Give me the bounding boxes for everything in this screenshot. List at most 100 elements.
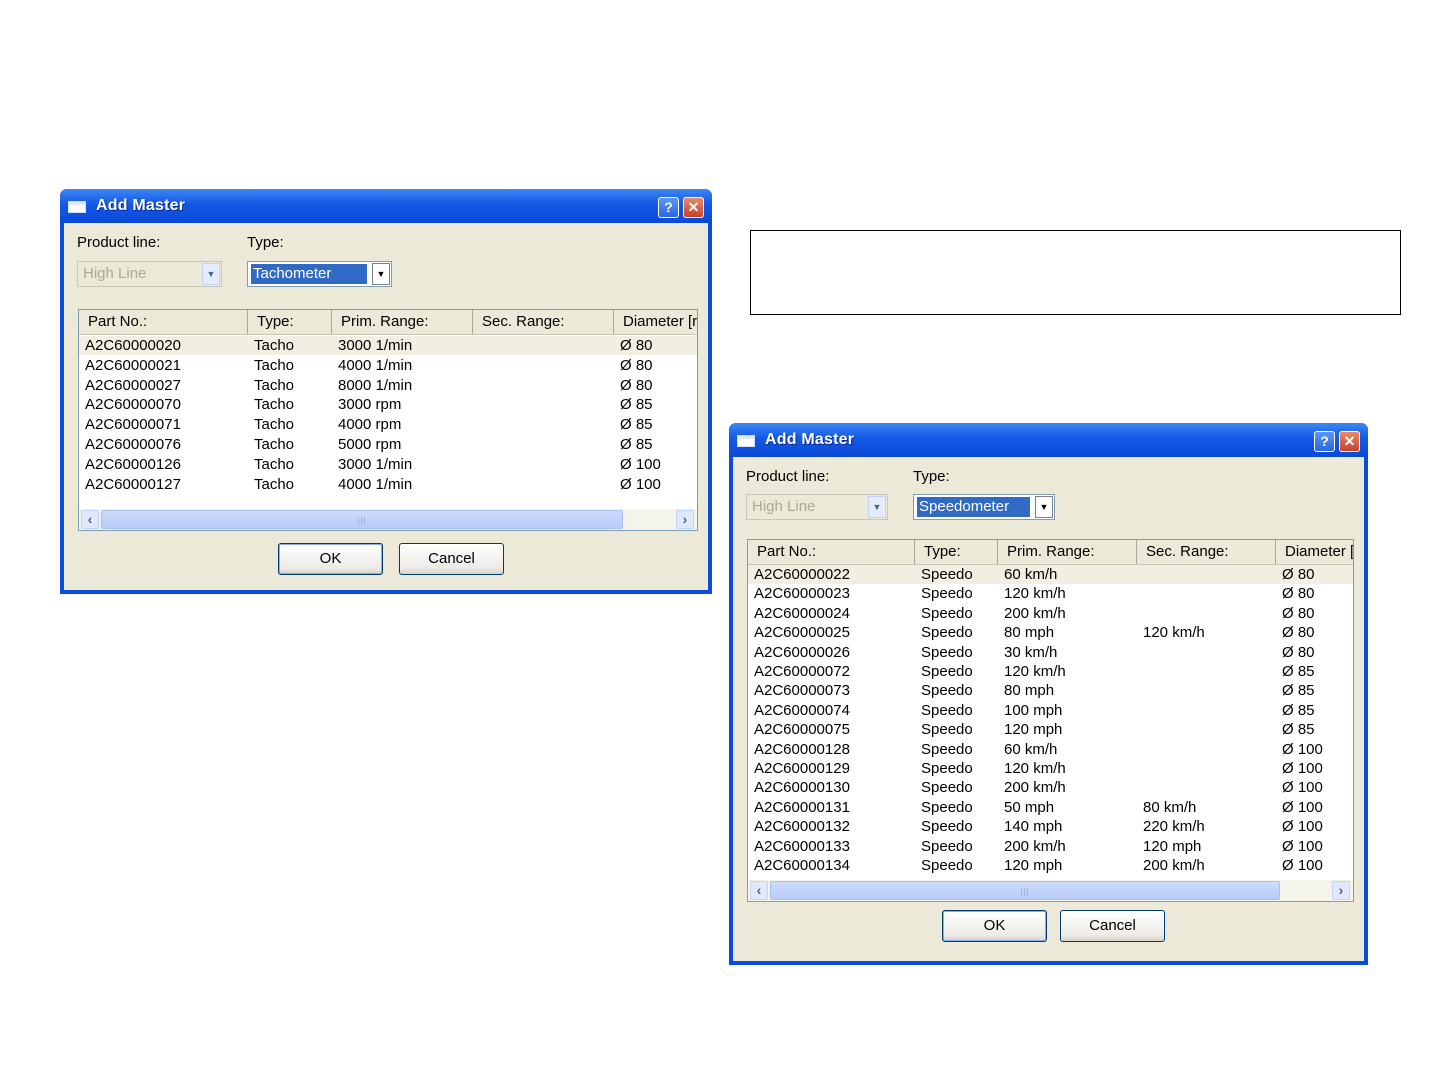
sec-range-cell — [1137, 759, 1276, 778]
sec-range-cell — [473, 435, 614, 454]
list-row[interactable]: A2C60000072 Speedo 120 km/h Ø 85 — [748, 662, 1353, 681]
scroll-left-icon[interactable]: ‹ — [81, 510, 99, 529]
list-row[interactable]: A2C60000126 Tacho 3000 1/min Ø 100 — [79, 455, 697, 474]
type-cell: Tacho — [254, 356, 295, 374]
column-header-diameter[interactable]: Diameter [r — [1276, 540, 1353, 564]
part-no-cell: A2C60000132 — [754, 818, 850, 836]
chevron-down-icon: ▼ — [868, 496, 886, 518]
part-no-cell: A2C60000023 — [754, 585, 850, 603]
list-row[interactable]: A2C60000131 Speedo 50 mph 80 km/h Ø 100 — [748, 798, 1353, 817]
diameter-cell: Ø 85 — [620, 436, 653, 453]
list-row[interactable]: A2C60000128 Speedo 60 km/h Ø 100 — [748, 740, 1353, 759]
list-row[interactable]: A2C60000024 Speedo 200 km/h Ø 80 — [748, 604, 1353, 623]
column-header-sec-range[interactable]: Sec. Range: — [473, 310, 614, 334]
scroll-thumb[interactable]: ||| — [101, 510, 623, 529]
diameter-cell: Ø 80 — [1282, 604, 1315, 622]
list-row[interactable]: A2C60000027 Tacho 8000 1/min Ø 80 — [79, 376, 697, 395]
prim-range-cell: 120 mph — [1004, 857, 1063, 874]
list-row[interactable]: A2C60000076 Tacho 5000 rpm Ø 85 — [79, 435, 697, 454]
title-bar[interactable]: Add Master ? ✕ — [729, 423, 1368, 457]
list-row[interactable]: A2C60000130 Speedo 200 km/h Ø 100 — [748, 778, 1353, 797]
diameter-cell: Ø 80 — [1282, 566, 1315, 583]
sec-range-cell — [1137, 584, 1276, 603]
column-header-type[interactable]: Type: — [915, 540, 998, 564]
list-row[interactable]: A2C60000134 Speedo 120 mph 200 km/h Ø 100 — [748, 856, 1353, 875]
type-dropdown[interactable]: Tachometer ▼ — [247, 261, 392, 287]
diameter-cell: Ø 80 — [1282, 643, 1315, 661]
part-no-cell: A2C60000126 — [85, 455, 181, 473]
part-list[interactable]: Part No.: Type: Prim. Range: Sec. Range:… — [747, 539, 1354, 902]
list-row[interactable]: A2C60000073 Speedo 80 mph Ø 85 — [748, 681, 1353, 700]
list-row[interactable]: A2C60000022 Speedo 60 km/h Ø 80 — [748, 565, 1353, 584]
chevron-down-icon: ▼ — [202, 263, 220, 285]
scroll-thumb[interactable]: ||| — [770, 881, 1280, 900]
list-row[interactable]: A2C60000132 Speedo 140 mph 220 km/h Ø 100 — [748, 817, 1353, 836]
sec-range-cell — [1137, 740, 1276, 759]
part-no-cell: A2C60000076 — [85, 436, 181, 453]
list-row[interactable]: A2C60000074 Speedo 100 mph Ø 85 — [748, 701, 1353, 720]
type-label: Type: — [247, 234, 284, 251]
help-icon[interactable]: ? — [1314, 431, 1335, 452]
column-header-part-no[interactable]: Part No.: — [748, 540, 915, 564]
type-cell: Speedo — [921, 701, 973, 719]
type-cell: Speedo — [921, 818, 973, 836]
type-dropdown[interactable]: Speedometer ▼ — [913, 494, 1055, 520]
column-header-prim-range[interactable]: Prim. Range: — [332, 310, 473, 334]
sec-range-cell — [1137, 662, 1276, 681]
list-row[interactable]: A2C60000071 Tacho 4000 rpm Ø 85 — [79, 415, 697, 434]
type-cell: Speedo — [921, 857, 973, 874]
type-cell: Speedo — [921, 798, 973, 816]
cancel-button[interactable]: Cancel — [399, 543, 504, 575]
sec-range-cell — [1137, 604, 1276, 623]
prim-range-cell: 200 km/h — [1004, 604, 1066, 622]
part-list[interactable]: Part No.: Type: Prim. Range: Sec. Range:… — [78, 309, 698, 531]
sec-range-cell — [1137, 701, 1276, 720]
column-header-sec-range[interactable]: Sec. Range: — [1137, 540, 1276, 564]
prim-range-cell: 4000 1/min — [338, 356, 413, 374]
scroll-right-icon[interactable]: › — [1332, 881, 1350, 900]
chevron-down-icon[interactable]: ▼ — [372, 263, 390, 285]
list-row[interactable]: A2C60000023 Speedo 120 km/h Ø 80 — [748, 584, 1353, 603]
horizontal-scrollbar[interactable]: ‹ ||| › — [748, 880, 1353, 901]
cancel-button[interactable]: Cancel — [1060, 910, 1165, 942]
prim-range-cell: 4000 1/min — [338, 475, 413, 493]
diameter-cell: Ø 80 — [620, 376, 653, 394]
list-row[interactable]: A2C60000020 Tacho 3000 1/min Ø 80 — [79, 336, 697, 355]
ok-button[interactable]: OK — [942, 910, 1047, 942]
list-row[interactable]: A2C60000133 Speedo 200 km/h 120 mph Ø 100 — [748, 837, 1353, 856]
type-cell: Speedo — [921, 585, 973, 603]
help-icon[interactable]: ? — [658, 197, 679, 218]
diameter-cell: Ø 100 — [1282, 798, 1323, 816]
scroll-left-icon[interactable]: ‹ — [750, 881, 768, 900]
column-header-type[interactable]: Type: — [248, 310, 332, 334]
list-row[interactable]: A2C60000129 Speedo 120 km/h Ø 100 — [748, 759, 1353, 778]
product-line-value: High Line — [83, 265, 147, 282]
close-icon[interactable]: ✕ — [1339, 431, 1360, 452]
diameter-cell: Ø 80 — [620, 337, 653, 354]
list-row[interactable]: A2C60000127 Tacho 4000 1/min Ø 100 — [79, 475, 697, 494]
list-row[interactable]: A2C60000075 Speedo 120 mph Ø 85 — [748, 720, 1353, 739]
prim-range-cell: 100 mph — [1004, 701, 1063, 719]
prim-range-cell: 60 km/h — [1004, 740, 1058, 758]
list-row[interactable]: A2C60000021 Tacho 4000 1/min Ø 80 — [79, 356, 697, 375]
ok-button[interactable]: OK — [278, 543, 383, 575]
product-line-dropdown: High Line ▼ — [746, 494, 888, 520]
horizontal-scrollbar[interactable]: ‹ ||| › — [79, 509, 697, 530]
sec-range-cell — [473, 395, 614, 414]
column-header-diameter[interactable]: Diameter [r — [614, 310, 697, 334]
part-no-cell: A2C60000020 — [85, 337, 181, 354]
type-value: Tachometer — [251, 264, 367, 284]
column-header-part-no[interactable]: Part No.: — [79, 310, 248, 334]
title-bar[interactable]: Add Master ? ✕ — [60, 189, 712, 223]
column-header-prim-range[interactable]: Prim. Range: — [998, 540, 1137, 564]
list-row[interactable]: A2C60000025 Speedo 80 mph 120 km/h Ø 80 — [748, 623, 1353, 642]
prim-range-cell: 120 mph — [1004, 721, 1063, 739]
close-icon[interactable]: ✕ — [683, 197, 704, 218]
part-no-cell: A2C60000130 — [754, 779, 850, 797]
scroll-right-icon[interactable]: › — [676, 510, 694, 529]
list-row[interactable]: A2C60000026 Speedo 30 km/h Ø 80 — [748, 643, 1353, 662]
sec-range-cell — [473, 376, 614, 395]
sec-range-cell — [1137, 681, 1276, 700]
list-row[interactable]: A2C60000070 Tacho 3000 rpm Ø 85 — [79, 395, 697, 414]
chevron-down-icon[interactable]: ▼ — [1035, 496, 1053, 518]
